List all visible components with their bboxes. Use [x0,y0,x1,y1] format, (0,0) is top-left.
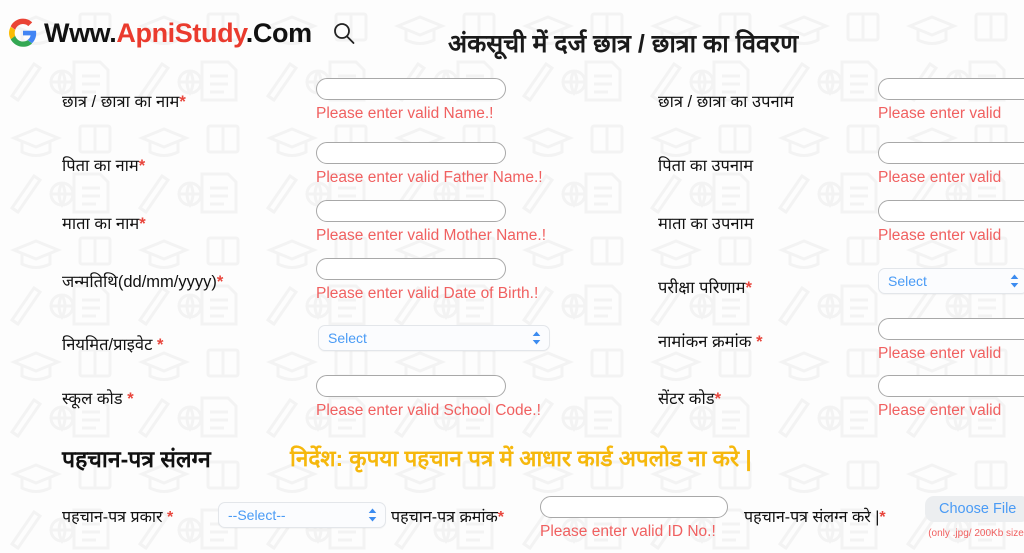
control-father-surname: Please enter valid [878,142,1024,187]
select-id-type[interactable]: --Select-- [218,502,386,528]
error-father-surname: Please enter valid [878,169,1002,186]
label-regular-private: नियमित/प्राइवेट * [62,336,164,354]
control-mother-surname: Please enter valid [878,200,1024,245]
required-star: * [756,333,763,351]
choose-file-button[interactable]: Choose File [925,496,1024,522]
brand-logo[interactable]: Www.ApniStudy.Com [8,18,356,48]
control-student-name: Please enter valid Name.! [316,78,506,123]
control-student-surname: Please enter valid [878,78,1024,123]
input-school-code[interactable] [316,375,506,397]
select-id-type-wrap[interactable]: --Select-- [218,502,386,528]
id-section-instruction: निर्देश: कृपया पहचान पत्र में आधार कार्ड… [290,446,752,471]
field-row-mother-name: माता का नाम* Please enter valid Mother N… [0,200,640,258]
error-dob: Please enter valid Date of Birth.! [316,285,539,302]
input-mother-name[interactable] [316,200,506,222]
control-exam-result: Select [878,268,1024,294]
page-title: अंकसूची में दर्ज छात्र / छात्रा का विवरण [448,30,799,58]
field-row-exam-result: परीक्षा परिणाम* Select [640,264,1024,322]
control-mother-name: Please enter valid Mother Name.! [316,200,546,245]
control-dob: Please enter valid Date of Birth.! [316,258,538,303]
error-id-number: Please enter valid ID No.! [540,523,716,540]
file-size-hint: (only .jpg/ 200Kb size) [928,528,1024,539]
control-id-number: Please enter valid ID No.! [540,496,728,541]
required-star: * [745,279,752,297]
error-student-name: Please enter valid Name.! [316,105,494,122]
label-mother-name: माता का नाम* [62,215,146,233]
brand-prefix: Www. [44,17,117,48]
field-row-school-code: स्कूल कोड * Please enter valid School Co… [0,375,640,433]
input-dob[interactable] [316,258,506,280]
control-father-name: Please enter valid Father Name.! [316,142,543,187]
label-mother-surname: माता का उपनाम [658,215,754,233]
control-enrollment-number: Please enter valid [878,318,1024,363]
site-header: Www.ApniStudy.Com अंकसूची में दर्ज छात्र… [0,0,1024,72]
control-school-code: Please enter valid School Code.! [316,375,541,420]
brand-text: Www.ApniStudy.Com [44,17,312,48]
error-student-surname: Please enter valid [878,105,1002,122]
control-regular-private: Select [318,325,550,351]
brand-suffix: .Com [245,17,312,48]
google-g-icon [9,18,37,47]
label-father-surname: पिता का उपनाम [658,157,754,175]
error-center-code: Please enter valid [878,402,1002,419]
label-father-name: पिता का नाम* [62,157,146,175]
select-exam-result-wrap[interactable]: Select [878,268,1024,294]
id-section-heading: पहचान-पत्र संलग्न [62,446,211,472]
error-mother-name: Please enter valid Mother Name.! [316,227,547,244]
input-center-code[interactable] [878,375,1024,397]
control-file-upload: Choose File (only .jpg/ 200Kb size) [925,496,1024,539]
field-row-enrollment-number: नामांकन क्रमांक * Please enter valid [640,318,1024,376]
field-row-father-surname: पिता का उपनाम Please enter valid [640,142,1024,200]
field-row-student-name: छात्र / छात्रा का नाम* Please enter vali… [0,78,640,136]
input-enrollment-number[interactable] [878,318,1024,340]
label-id-type: पहचान-पत्र प्रकार * [62,509,174,526]
required-star: * [179,93,186,111]
error-father-name: Please enter valid Father Name.! [316,169,543,186]
error-school-code: Please enter valid School Code.! [316,402,541,419]
field-row-father-name: पिता का नाम* Please enter valid Father N… [0,142,640,200]
control-center-code: Please enter valid [878,375,1024,420]
input-father-surname[interactable] [878,142,1024,164]
input-father-name[interactable] [316,142,506,164]
search-icon[interactable] [332,21,356,45]
label-dob: जन्मतिथि(dd/mm/yyyy)* [62,273,224,291]
label-center-code: सेंटर कोड* [658,390,721,408]
page-root: Www.ApniStudy.Com अंकसूची में दर्ज छात्र… [0,0,1024,553]
required-star: * [167,509,174,526]
label-student-name: छात्र / छात्रा का नाम* [62,93,186,111]
required-star: * [497,509,504,526]
label-id-number: पहचान-पत्र क्रमांक* [391,509,504,526]
input-mother-surname[interactable] [878,200,1024,222]
label-school-code: स्कूल कोड * [62,390,134,408]
label-id-attach: पहचान-पत्र संलग्न करे |* [744,509,886,526]
select-regular-private[interactable]: Select [318,325,550,351]
required-star: * [714,390,721,408]
brand-name: ApniStudy [116,17,246,48]
id-section-fields: पहचान-पत्र प्रकार * --Select-- पहचान-पत्… [0,496,1024,553]
control-id-type: --Select-- [218,502,386,528]
required-star: * [138,157,146,175]
select-regular-private-wrap[interactable]: Select [318,325,550,351]
required-star: * [139,215,146,233]
input-student-surname[interactable] [878,78,1024,100]
error-enrollment-number: Please enter valid [878,345,1002,362]
field-row-dob: जन्मतिथि(dd/mm/yyyy)* Please enter valid… [0,258,640,316]
input-id-number[interactable] [540,496,728,518]
field-row-student-surname: छात्र / छात्रा का उपनाम Please enter val… [640,78,1024,136]
id-section-header: पहचान-पत्र संलग्न निर्देश: कृपया पहचान प… [0,440,1024,476]
error-mother-surname: Please enter valid [878,227,1002,244]
required-star: * [879,509,886,526]
field-row-mother-surname: माता का उपनाम Please enter valid [640,200,1024,258]
label-enrollment-number: नामांकन क्रमांक * [658,333,763,351]
required-star: * [216,273,224,291]
label-exam-result: परीक्षा परिणाम* [658,279,752,297]
field-row-regular-private: नियमित/प्राइवेट * Select [0,321,640,379]
input-student-name[interactable] [316,78,506,100]
select-exam-result[interactable]: Select [878,268,1024,294]
required-star: * [127,390,134,408]
label-student-surname: छात्र / छात्रा का उपनाम [658,93,794,111]
field-row-center-code: सेंटर कोड* Please enter valid [640,375,1024,433]
required-star: * [156,336,164,354]
